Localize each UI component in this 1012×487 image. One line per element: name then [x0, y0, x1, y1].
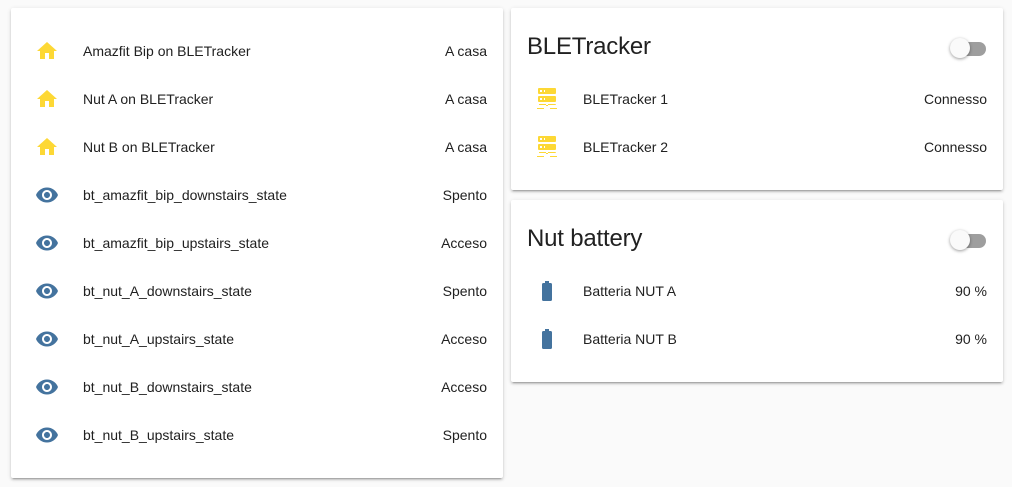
entity-state: A casa	[444, 43, 487, 59]
entity-name[interactable]: bt_nut_A_downstairs_state	[83, 283, 252, 299]
entity-name[interactable]: Batteria NUT B	[583, 331, 677, 347]
entity-row-batteria-nut-b[interactable]: Batteria NUT B 90 %	[511, 315, 1003, 363]
entity-name[interactable]: Nut B on BLETracker	[83, 139, 215, 155]
entity-name[interactable]: BLETracker 1	[583, 91, 668, 107]
home-icon	[35, 39, 59, 63]
entity-row-nut-a[interactable]: Nut A on BLETracker A casa	[11, 75, 503, 123]
entity-state: 90 %	[955, 331, 987, 347]
entity-state: Acceso	[441, 235, 487, 251]
entity-state: Spento	[442, 427, 487, 443]
toggle-thumb	[950, 230, 970, 250]
entity-state: Acceso	[441, 331, 487, 347]
entity-name[interactable]: bt_nut_A_upstairs_state	[83, 331, 234, 347]
entity-state: A casa	[444, 91, 487, 107]
bletracker-card: BLETracker BLETracker 1 Connesso BLETrac…	[511, 8, 1003, 190]
eye-icon	[35, 231, 59, 255]
entity-name[interactable]: bt_nut_B_downstairs_state	[83, 379, 252, 395]
entity-name[interactable]: Nut A on BLETracker	[83, 91, 213, 107]
entity-row-nut-b-downstairs[interactable]: bt_nut_B_downstairs_state Acceso	[11, 363, 503, 411]
header-toggle[interactable]	[950, 38, 986, 58]
entity-row-bletracker-2[interactable]: BLETracker 2 Connesso	[511, 123, 1003, 171]
entities-card: Amazfit Bip on BLETracker A casa Nut A o…	[11, 8, 503, 478]
entity-name[interactable]: Amazfit Bip on BLETracker	[83, 43, 251, 59]
battery-icon	[535, 327, 559, 351]
entity-row-batteria-nut-a[interactable]: Batteria NUT A 90 %	[511, 267, 1003, 315]
card-header: BLETracker	[511, 8, 1003, 74]
entity-name[interactable]: BLETracker 2	[583, 139, 668, 155]
eye-icon	[35, 423, 59, 447]
eye-icon	[35, 279, 59, 303]
entity-row-amazfit-bip[interactable]: Amazfit Bip on BLETracker A casa	[11, 27, 503, 75]
entity-state: A casa	[444, 139, 487, 155]
header-toggle[interactable]	[950, 230, 986, 250]
entity-state: 90 %	[955, 283, 987, 299]
entity-row-nut-b[interactable]: Nut B on BLETracker A casa	[11, 123, 503, 171]
card-title: BLETracker	[527, 33, 651, 60]
home-icon	[35, 135, 59, 159]
entity-row-nut-a-upstairs[interactable]: bt_nut_A_upstairs_state Acceso	[11, 315, 503, 363]
toggle-thumb	[950, 38, 970, 58]
entity-name[interactable]: bt_amazfit_bip_downstairs_state	[83, 187, 287, 203]
entity-state: Connesso	[923, 139, 987, 155]
entity-state: Spento	[442, 283, 487, 299]
home-icon	[35, 87, 59, 111]
eye-icon	[35, 375, 59, 399]
eye-icon	[35, 183, 59, 207]
server-icon	[535, 135, 559, 159]
entity-row-amazfit-downstairs[interactable]: bt_amazfit_bip_downstairs_state Spento	[11, 171, 503, 219]
card-title: Nut battery	[527, 225, 643, 252]
entity-row-amazfit-upstairs[interactable]: bt_amazfit_bip_upstairs_state Acceso	[11, 219, 503, 267]
battery-icon	[535, 279, 559, 303]
entity-row-bletracker-1[interactable]: BLETracker 1 Connesso	[511, 75, 1003, 123]
server-icon	[535, 87, 559, 111]
entity-name[interactable]: Batteria NUT A	[583, 283, 676, 299]
eye-icon	[35, 327, 59, 351]
entity-name[interactable]: bt_nut_B_upstairs_state	[83, 427, 234, 443]
entity-row-nut-a-downstairs[interactable]: bt_nut_A_downstairs_state Spento	[11, 267, 503, 315]
entity-state: Spento	[442, 187, 487, 203]
entity-name[interactable]: bt_amazfit_bip_upstairs_state	[83, 235, 269, 251]
entity-row-nut-b-upstairs[interactable]: bt_nut_B_upstairs_state Spento	[11, 411, 503, 459]
entity-state: Connesso	[923, 91, 987, 107]
card-header: Nut battery	[511, 200, 1003, 266]
entity-state: Acceso	[441, 379, 487, 395]
nut-battery-card: Nut battery Batteria NUT A 90 % Batteria…	[511, 200, 1003, 382]
